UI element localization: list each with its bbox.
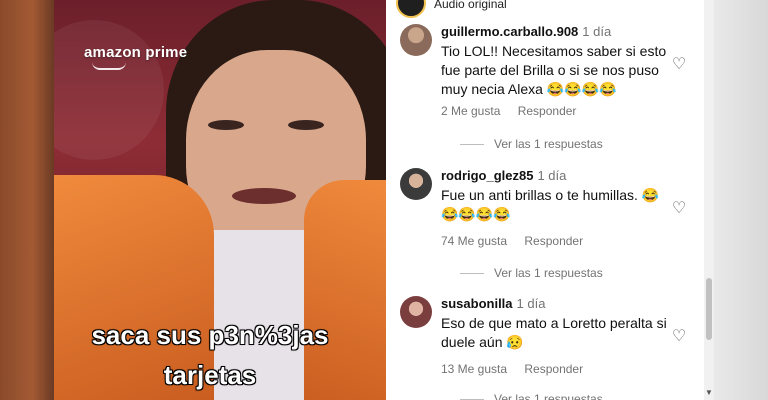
reply-button[interactable]: Responder bbox=[524, 362, 583, 376]
heart-icon[interactable]: ♡ bbox=[670, 328, 688, 346]
view-replies-link[interactable]: Ver las 1 respuestas bbox=[460, 392, 603, 400]
heart-icon[interactable]: ♡ bbox=[670, 56, 688, 74]
video-caption-line-2: tarjetas bbox=[163, 360, 257, 390]
username-link[interactable]: susabonilla bbox=[441, 296, 513, 311]
likes-count[interactable]: 2 Me gusta bbox=[441, 104, 500, 118]
comment-username[interactable]: susabonilla 1 día bbox=[441, 296, 545, 311]
amazon-smile-icon bbox=[92, 62, 126, 70]
avatar[interactable] bbox=[400, 24, 432, 56]
reply-button[interactable]: Responder bbox=[518, 104, 577, 118]
scroll-down-arrow-icon[interactable]: ▼ bbox=[705, 388, 713, 397]
comments-scrollbar[interactable]: ▼ bbox=[704, 0, 714, 400]
reply-button[interactable]: Responder bbox=[524, 234, 583, 248]
comment-text: Fue un anti brillas o te humillas. 😂😂😂😂😂 bbox=[441, 187, 660, 222]
likes-count[interactable]: 13 Me gusta bbox=[441, 362, 507, 376]
video-caption-line-1: saca sus p3n%3jas bbox=[91, 320, 329, 350]
view-replies-link[interactable]: Ver las 1 respuestas bbox=[460, 137, 603, 151]
comment-username[interactable]: rodrigo_glez85 1 día bbox=[441, 168, 566, 183]
avatar[interactable] bbox=[400, 168, 432, 200]
comment-meta: 74 Me gusta Responder bbox=[441, 234, 597, 248]
view-replies-link[interactable]: Ver las 1 respuestas bbox=[460, 266, 603, 280]
avatar[interactable] bbox=[400, 296, 432, 328]
video-background-shape bbox=[54, 20, 164, 160]
scrollbar-thumb[interactable] bbox=[706, 278, 712, 340]
right-backdrop bbox=[714, 0, 768, 400]
person-mouth bbox=[232, 188, 296, 204]
person-eye-right bbox=[288, 120, 324, 130]
audio-original-row[interactable]: Audio original bbox=[396, 0, 507, 18]
comment-text: Eso de que mato a Loretto peralta si due… bbox=[441, 315, 667, 350]
comments-panel: Audio original guillermo.carballo.908 1 d… bbox=[386, 0, 714, 400]
username-link[interactable]: guillermo.carballo.908 bbox=[441, 24, 578, 39]
person-eye-left bbox=[208, 120, 244, 130]
amazon-prime-logo: amazon prime bbox=[84, 44, 188, 61]
comment-meta: 2 Me gusta Responder bbox=[441, 104, 590, 118]
comment-time: 1 día bbox=[516, 296, 546, 311]
comment-item: rodrigo_glez85 1 día Fue un anti brillas … bbox=[400, 168, 700, 288]
comment-item: susabonilla 1 día Eso de que mato a Loret… bbox=[400, 296, 700, 400]
left-backdrop bbox=[0, 0, 54, 400]
audio-avatar-icon bbox=[396, 0, 426, 18]
comment-text: Tio LOL!! Necesitamos saber si esto fue … bbox=[441, 43, 667, 97]
comment-username[interactable]: guillermo.carballo.908 1 día bbox=[441, 24, 611, 39]
username-link[interactable]: rodrigo_glez85 bbox=[441, 168, 533, 183]
comment-time: 1 día bbox=[582, 24, 612, 39]
audio-label: Audio original bbox=[434, 0, 507, 11]
comment-meta: 13 Me gusta Responder bbox=[441, 362, 597, 376]
heart-icon[interactable]: ♡ bbox=[670, 200, 688, 218]
likes-count[interactable]: 74 Me gusta bbox=[441, 234, 507, 248]
comment-time: 1 día bbox=[537, 168, 567, 183]
comment-item: guillermo.carballo.908 1 día Tio LOL!! Ne… bbox=[400, 24, 700, 164]
